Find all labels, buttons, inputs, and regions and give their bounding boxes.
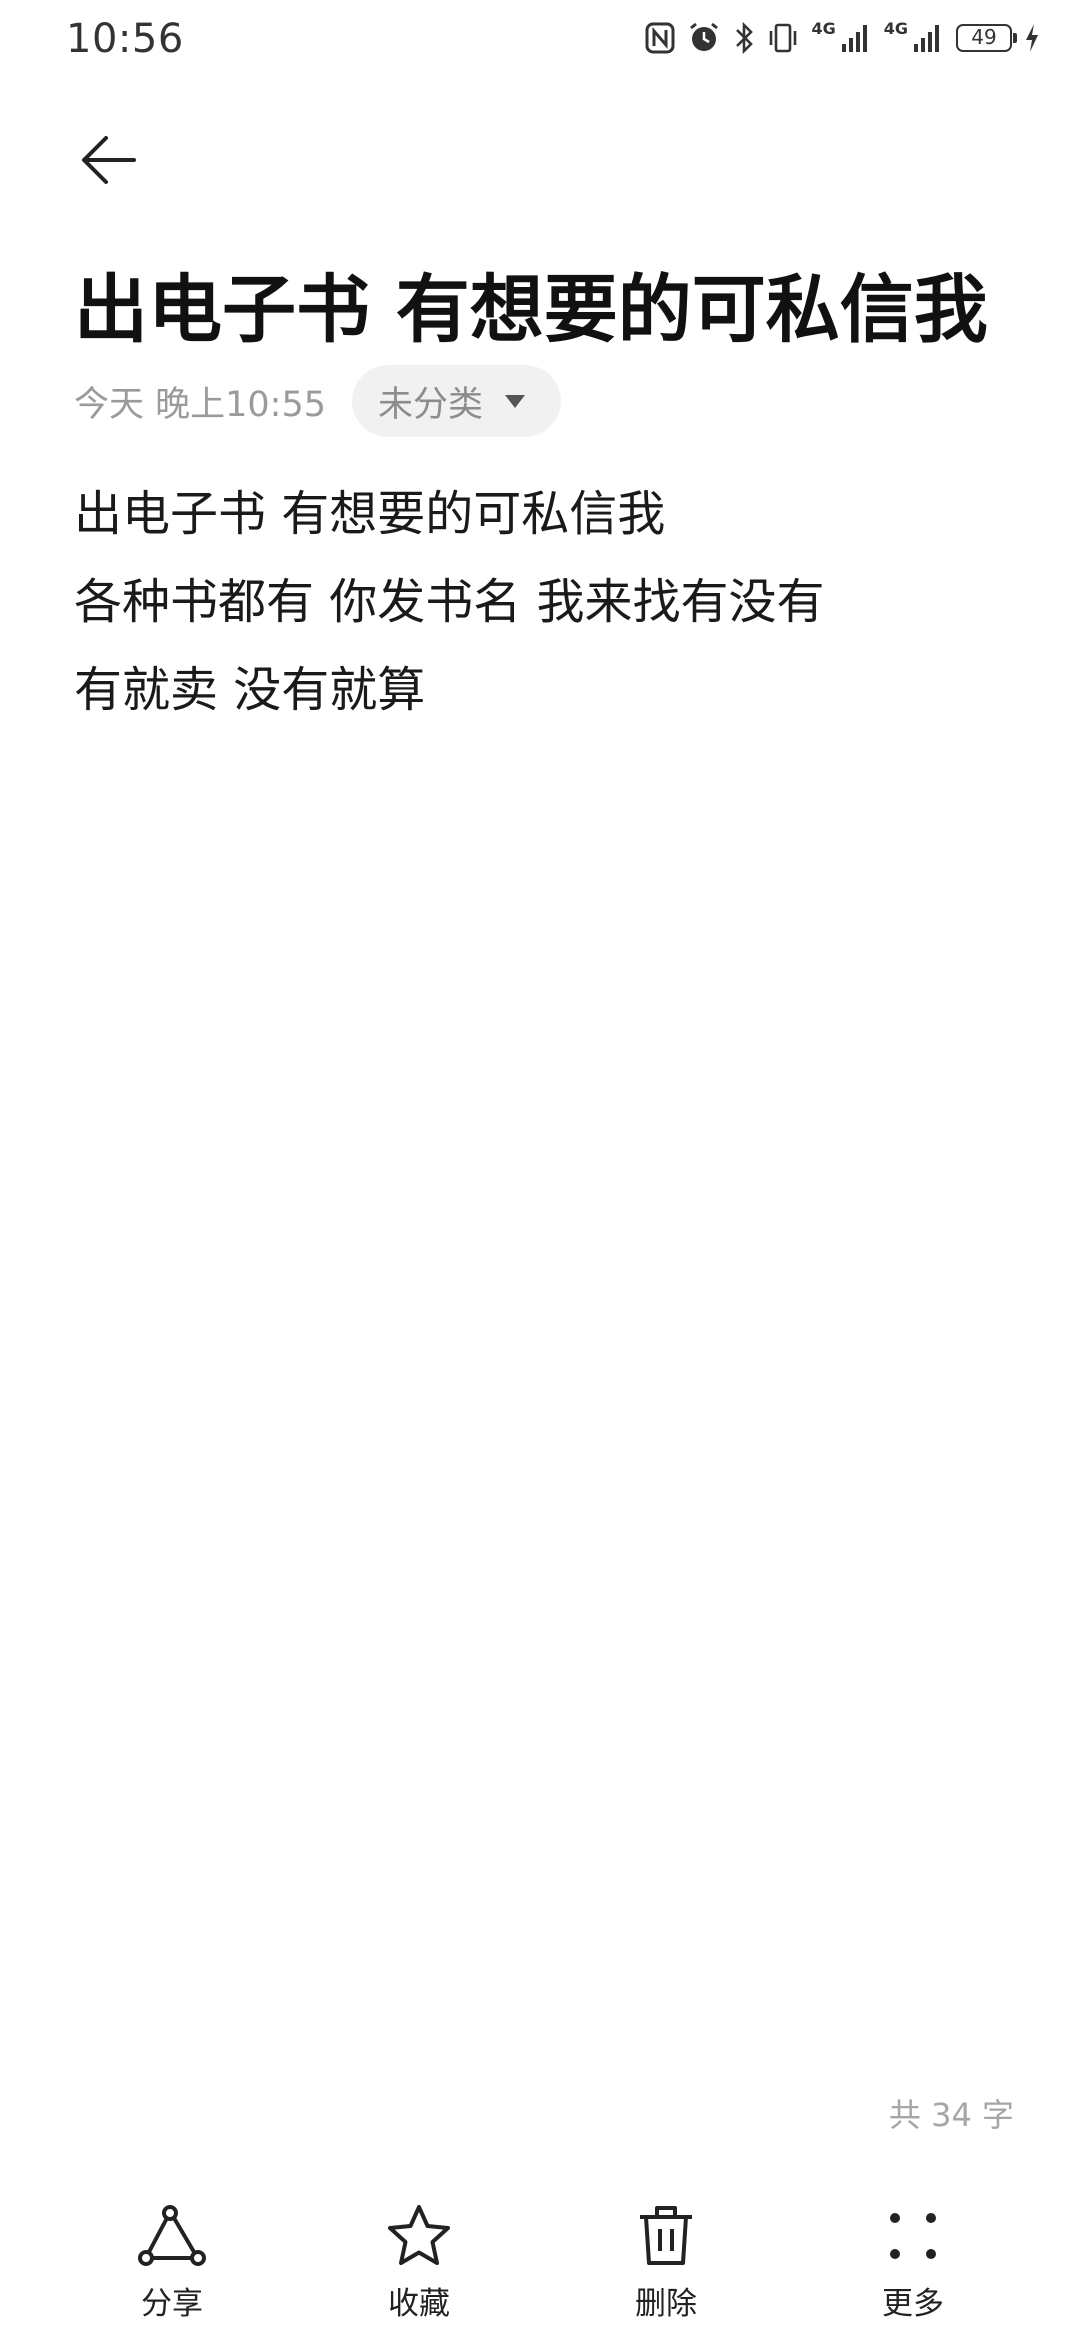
alarm-icon	[687, 21, 721, 55]
star-icon	[383, 2200, 455, 2272]
dropdown-triangle-icon	[505, 395, 526, 408]
word-count: 共 34 字	[888, 2096, 1014, 2134]
note-date: 今天 晚上10:55	[74, 384, 326, 425]
note-line: 各种书都有 你发书名 我来找有没有	[74, 574, 825, 630]
note-body[interactable]: 出电子书 有想要的可私信我 各种书都有 你发书名 我来找有没有 有就卖 没有就算	[74, 470, 825, 734]
share-icon	[136, 2200, 208, 2272]
network-label-1: 4G	[811, 18, 836, 38]
more-label: 更多	[882, 2286, 944, 2322]
trash-icon	[630, 2200, 702, 2272]
delete-button[interactable]: 删除	[586, 2200, 746, 2323]
back-arrow-icon	[82, 136, 136, 184]
share-label: 分享	[141, 2286, 203, 2322]
signal-icon	[912, 22, 944, 54]
category-label: 未分类	[378, 384, 484, 425]
favorite-button[interactable]: 收藏	[339, 2200, 499, 2323]
note-line: 出电子书 有想要的可私信我	[74, 486, 666, 542]
favorite-label: 收藏	[388, 2286, 450, 2322]
back-button[interactable]	[72, 124, 144, 196]
more-dots-icon	[877, 2200, 949, 2272]
charging-icon	[1024, 23, 1040, 53]
status-bar: 10:56 4G 4G 49	[0, 0, 1080, 80]
note-title[interactable]: 出电子书 有想要的可私信我	[74, 250, 988, 357]
note-meta: 今天 晚上10:55 未分类	[74, 364, 562, 438]
nfc-icon	[645, 22, 675, 54]
network-label-2: 4G	[883, 18, 908, 38]
more-button[interactable]: 更多	[833, 2200, 993, 2323]
share-button[interactable]: 分享	[92, 2200, 252, 2323]
battery-icon: 49	[956, 24, 1017, 52]
note-line: 有就卖 没有就算	[74, 662, 426, 718]
category-dropdown[interactable]: 未分类	[352, 365, 562, 437]
vibrate-icon	[767, 21, 799, 55]
bottom-toolbar: 分享 收藏 删除 更多	[0, 2200, 1080, 2340]
status-time: 10:56	[66, 16, 184, 62]
bluetooth-icon	[733, 21, 755, 55]
signal-icon	[840, 22, 872, 54]
delete-label: 删除	[635, 2286, 697, 2322]
status-icons: 4G 4G 49	[645, 18, 1040, 58]
